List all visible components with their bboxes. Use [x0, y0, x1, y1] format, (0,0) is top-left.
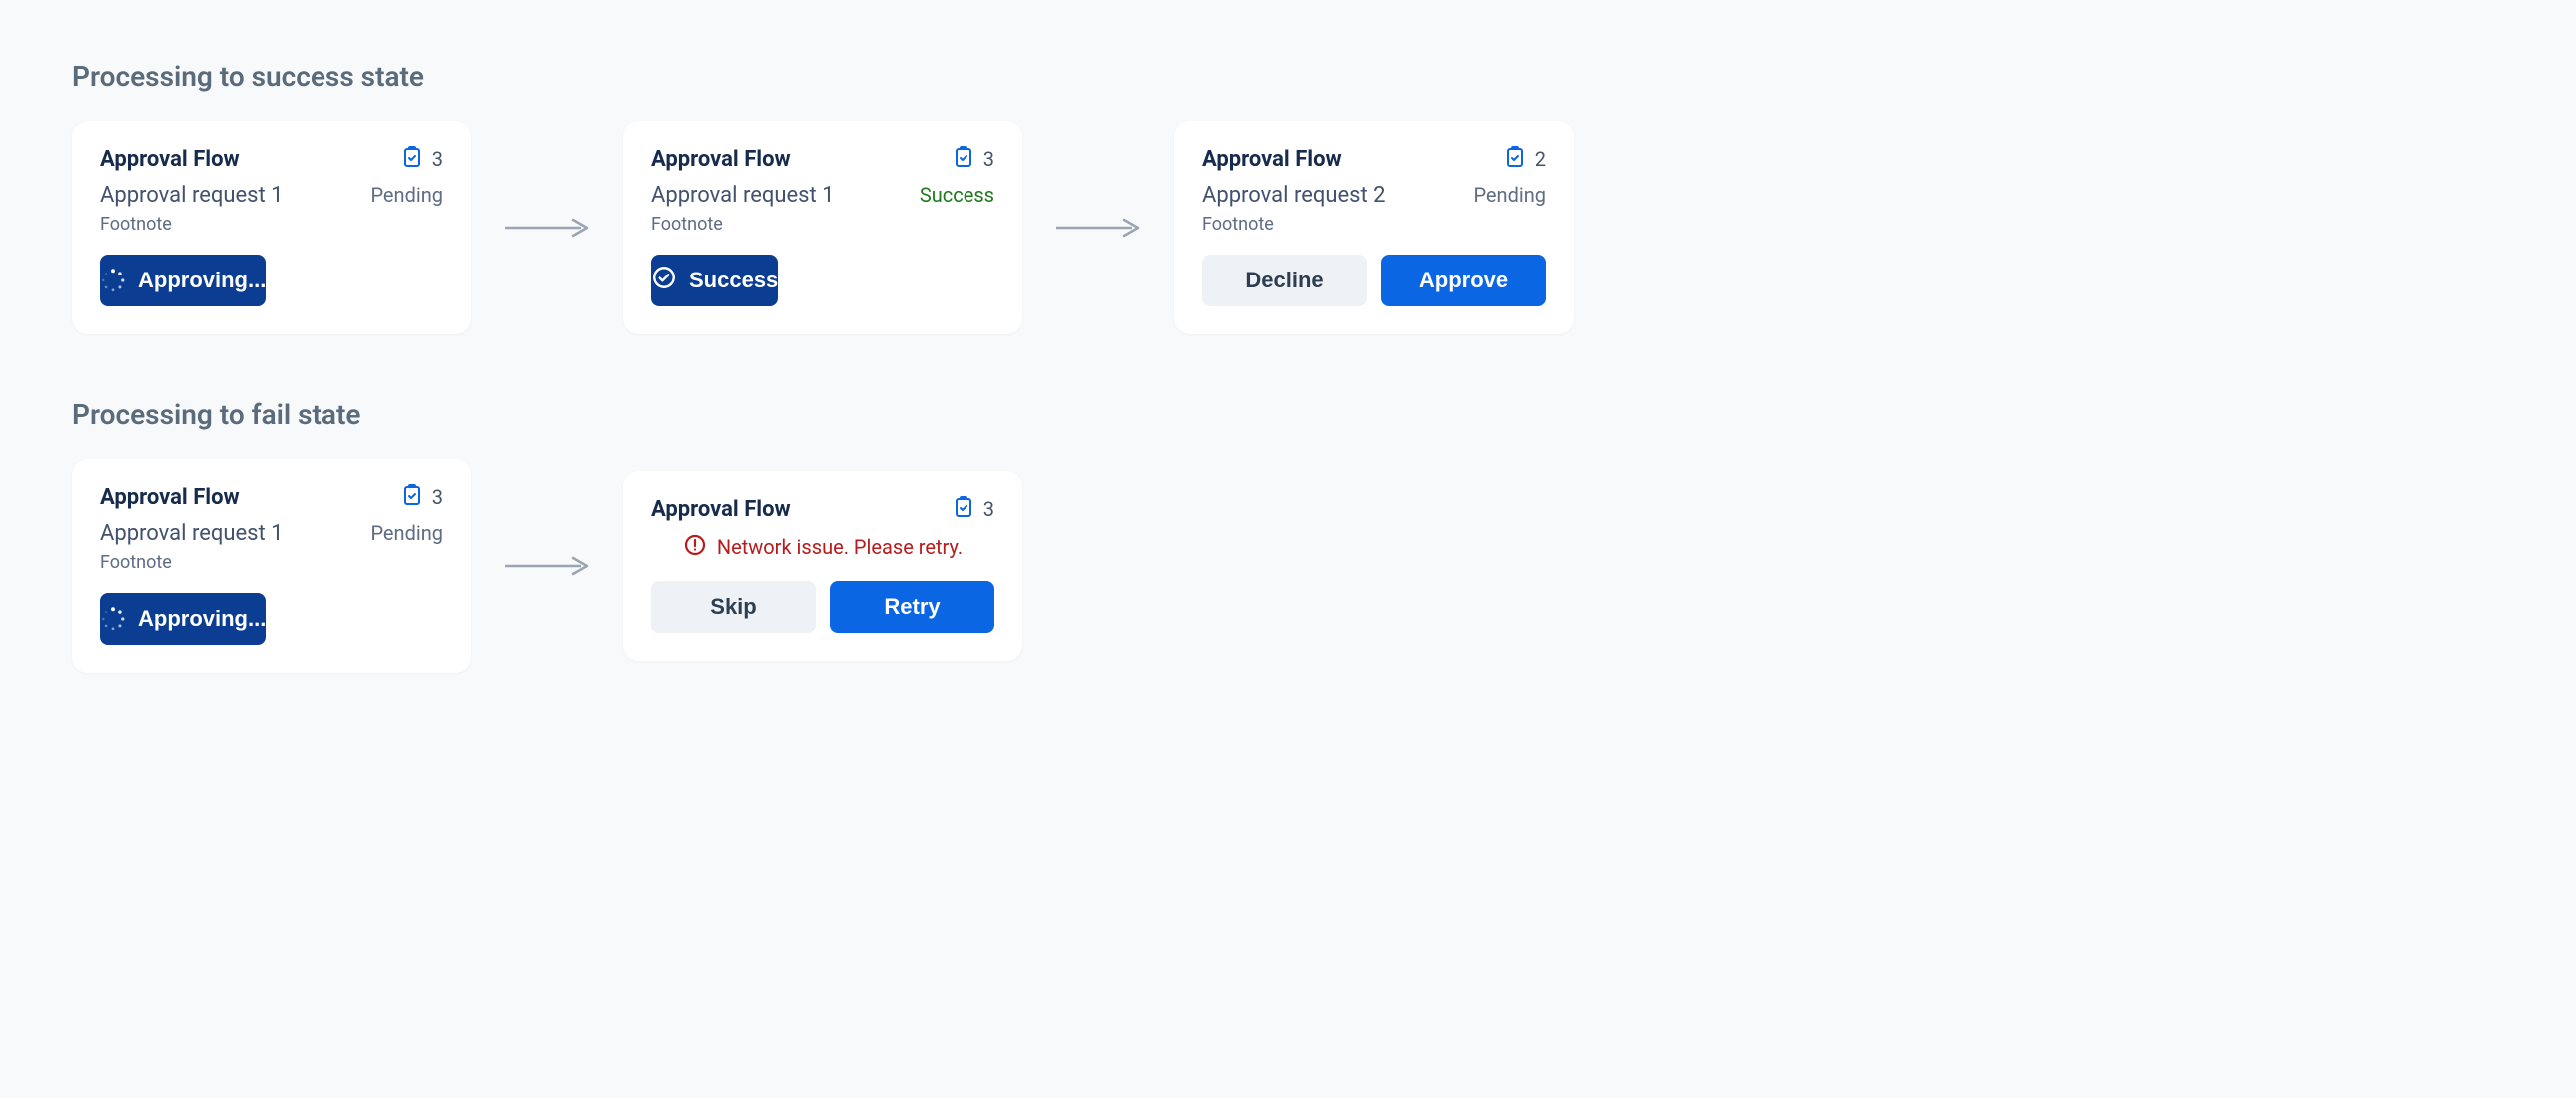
section-title-fail: Processing to fail state [72, 398, 2504, 431]
request-subtitle: Approval request 2 [1202, 183, 1386, 208]
count-badge: 2 [1535, 147, 1546, 171]
card-title: Approval Flow [100, 485, 240, 510]
retry-button[interactable]: Retry [830, 581, 994, 633]
footnote-text: Footnote [100, 552, 443, 573]
footnote-text: Footnote [100, 214, 443, 235]
section-title-success: Processing to success state [72, 60, 2504, 93]
arrow-icon [495, 554, 599, 578]
approving-button[interactable]: Approving... [100, 255, 266, 306]
clipboard-icon [952, 495, 975, 523]
clipboard-icon [400, 145, 424, 173]
card-title: Approval Flow [651, 497, 791, 522]
request-subtitle: Approval request 1 [651, 183, 835, 208]
approval-card-approving: Approval Flow 3 Approval request 1 Pendi… [72, 459, 471, 673]
status-text: Pending [370, 521, 443, 545]
approving-button-label: Approving... [138, 606, 266, 632]
request-subtitle: Approval request 1 [100, 183, 284, 208]
clipboard-icon [952, 145, 975, 173]
card-title: Approval Flow [1202, 147, 1342, 172]
count-badge: 3 [432, 485, 443, 509]
fail-flow-row: Approval Flow 3 Approval request 1 Pendi… [72, 459, 2504, 673]
approval-card-error: Approval Flow 3 Network issue. Please re… [623, 471, 1022, 661]
clipboard-icon [400, 483, 424, 511]
check-circle-icon [651, 265, 677, 296]
approval-card-approving: Approval Flow 3 Approval request 1 Pendi… [72, 121, 471, 334]
card-title: Approval Flow [651, 147, 791, 172]
spinner-icon [100, 268, 126, 293]
arrow-icon [1046, 216, 1150, 240]
count-badge: 3 [983, 147, 994, 171]
arrow-icon [495, 216, 599, 240]
count-badge: 3 [983, 497, 994, 521]
success-button[interactable]: Success [651, 255, 778, 306]
footnote-text: Footnote [1202, 214, 1546, 235]
error-message: Network issue. Please retry. [717, 535, 963, 559]
success-flow-row: Approval Flow 3 Approval request 1 Pendi… [72, 121, 2504, 334]
spinner-icon [100, 606, 126, 632]
approve-button[interactable]: Approve [1381, 255, 1546, 306]
request-subtitle: Approval request 1 [100, 521, 284, 546]
count-badge: 3 [432, 147, 443, 171]
decline-button[interactable]: Decline [1202, 255, 1367, 306]
approving-button-label: Approving... [138, 268, 266, 293]
success-button-label: Success [689, 268, 778, 293]
approving-button[interactable]: Approving... [100, 593, 266, 645]
card-title: Approval Flow [100, 147, 240, 172]
approval-card-pending: Approval Flow 2 Approval request 2 Pendi… [1174, 121, 1574, 334]
status-text: Pending [1473, 183, 1546, 207]
approval-card-success: Approval Flow 3 Approval request 1 Succe… [623, 121, 1022, 334]
skip-button[interactable]: Skip [651, 581, 816, 633]
status-text: Pending [370, 183, 443, 207]
alert-circle-icon [683, 533, 707, 561]
footnote-text: Footnote [651, 214, 994, 235]
clipboard-icon [1503, 145, 1527, 173]
status-text: Success [920, 183, 994, 207]
